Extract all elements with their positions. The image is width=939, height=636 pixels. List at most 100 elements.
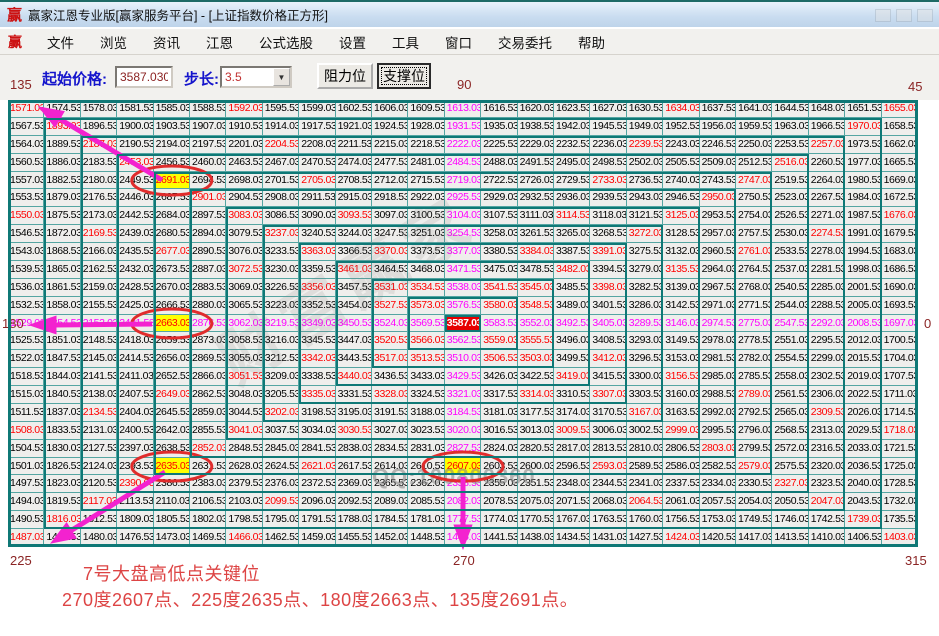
menu-item-tools[interactable]: 工具 (379, 32, 432, 52)
menu-item-window[interactable]: 窗口 (432, 32, 485, 52)
menu-item-gann[interactable]: 江恩 (193, 32, 246, 52)
menu-item-formula-stock-pick[interactable]: 公式选股 (246, 32, 326, 52)
grid-cell: 2813.53 (590, 439, 627, 458)
menu-item-file[interactable]: 文件 (34, 32, 87, 52)
grid-cell: 1550.03 (8, 207, 45, 226)
grid-cell: 2446.03 (117, 189, 154, 208)
grid-cell: 1679.53 (881, 225, 918, 244)
grid-cell: 2344.53 (590, 475, 627, 494)
grid-cell: 3079.53 (226, 225, 263, 244)
grid-cell: 1711.03 (881, 386, 918, 404)
grid-cell: 1907.03 (190, 117, 227, 136)
grid-cell: 2754.03 (736, 207, 773, 226)
chevron-down-icon[interactable]: ▼ (273, 68, 290, 86)
grid-cell: 1504.53 (8, 439, 45, 458)
grid-cell: 2803.03 (699, 439, 736, 458)
grid-cell: 3398.03 (590, 278, 627, 297)
grid-cell: 1833.53 (44, 421, 81, 440)
grid-cell: 3559.03 (481, 332, 518, 351)
grid-cell: 2078.53 (481, 493, 518, 512)
grid-cell: 1966.53 (808, 117, 846, 136)
grid-cell: 2649.03 (153, 386, 190, 404)
grid-cell: 3205.53 (262, 386, 300, 404)
angle-label-45: 45 (908, 79, 923, 94)
grid-cell: 2082.03 (444, 493, 482, 512)
grid-cell: 1749.53 (736, 511, 773, 530)
grid-cell: 1840.53 (44, 386, 81, 404)
grid-cell: 3303.53 (626, 386, 664, 404)
grid-cell: 2019.03 (845, 368, 882, 387)
grid-cell: 1942.03 (554, 117, 591, 136)
grid-cell: 3100.53 (408, 207, 445, 226)
grid-cell: 2341.03 (626, 475, 664, 494)
grid-cell: 1879.03 (44, 189, 81, 208)
grid-cell: 1875.53 (44, 207, 81, 226)
grid-cell: 1812.53 (80, 511, 118, 530)
menu-item-trade[interactable]: 交易委托 (485, 32, 565, 52)
grid-cell: 3086.53 (262, 207, 300, 226)
grid-cell: 1693.53 (881, 296, 918, 315)
menu-item-news[interactable]: 资讯 (140, 32, 193, 52)
grid-cell: 1413.53 (772, 529, 809, 547)
grid-cell: 3387.53 (554, 243, 591, 261)
grid-cell: 1609.53 (408, 100, 445, 118)
grid-cell: 1980.53 (845, 171, 882, 190)
menu-item-settings[interactable]: 设置 (326, 32, 379, 52)
grid-cell: 2264.03 (808, 171, 846, 190)
resistance-button[interactable]: 阻力位 (317, 63, 373, 89)
grid-cell: 3342.03 (299, 350, 336, 369)
start-price-input[interactable] (115, 66, 173, 88)
grid-cell: 3104.03 (444, 207, 482, 226)
grid-cell: 3142.53 (663, 296, 700, 315)
grid-cell: 3310.53 (554, 386, 591, 404)
support-button[interactable]: 支撑位 (377, 63, 431, 89)
grid-cell: 2236.03 (590, 135, 627, 154)
close-button[interactable] (917, 9, 933, 22)
maximize-button[interactable] (896, 9, 912, 22)
grid-cell: 1830.03 (44, 439, 81, 458)
grid-cell: 2526.53 (772, 207, 809, 226)
grid-cell: 1627.03 (590, 100, 627, 118)
minimize-button[interactable] (875, 9, 891, 22)
grid-cell: 1802.03 (190, 511, 227, 530)
grid-cell: 3160.03 (663, 386, 700, 404)
grid-cell: 1462.53 (262, 529, 300, 547)
grid-cell: 3244.03 (335, 225, 372, 244)
grid-cell: 2407.53 (117, 386, 154, 404)
grid-cell: 2138.03 (80, 386, 118, 404)
grid-cell: 3412.03 (590, 350, 627, 369)
grid-cell: 2386.53 (153, 475, 190, 494)
grid-cell: 2799.53 (736, 439, 773, 458)
grid-cell: 3023.53 (408, 421, 445, 440)
grid-cell: 3261.53 (517, 225, 554, 244)
grid-cell: 2201.03 (226, 135, 263, 154)
grid-cell: 2890.53 (190, 243, 227, 261)
grid-cell: 3006.03 (590, 421, 627, 440)
grid-cell: 2204.53 (262, 135, 300, 154)
grid-cell: 2747.03 (736, 171, 773, 190)
step-combobox[interactable]: 3.5 ▼ (220, 66, 292, 88)
grid-cell: 1459.03 (299, 529, 336, 547)
menu-item-browse[interactable]: 浏览 (87, 32, 140, 52)
grid-cell: 3443.53 (335, 350, 372, 369)
grid-cell: 3275.53 (626, 243, 664, 261)
grid-cell: 1847.53 (44, 350, 81, 369)
grid-cell: 2400.53 (117, 421, 154, 440)
grid-cell: 2376.03 (262, 475, 300, 494)
grid-cell: 2827.53 (444, 439, 482, 458)
grid-cell: 3531.03 (372, 278, 409, 297)
grid-cell: 1571.03 (8, 100, 45, 118)
grid-cell: 2516.03 (772, 153, 809, 172)
grid-cell: 2103.03 (226, 493, 263, 512)
grid-cell: 2239.53 (626, 135, 664, 154)
menu-item-help[interactable]: 帮助 (565, 32, 618, 52)
grid-cell: 1676.03 (881, 207, 918, 226)
grid-cell: 1935.03 (481, 117, 518, 136)
grid-cell: 3202.03 (262, 403, 300, 422)
grid-cell: 3037.53 (262, 421, 300, 440)
grid-cell: 2645.53 (153, 403, 190, 422)
grid-cell: 1567.53 (8, 117, 45, 136)
grid-cell: 3510.03 (444, 350, 482, 369)
grid-cell: 2131.03 (80, 421, 118, 440)
grid-cell: 2281.53 (808, 260, 846, 279)
